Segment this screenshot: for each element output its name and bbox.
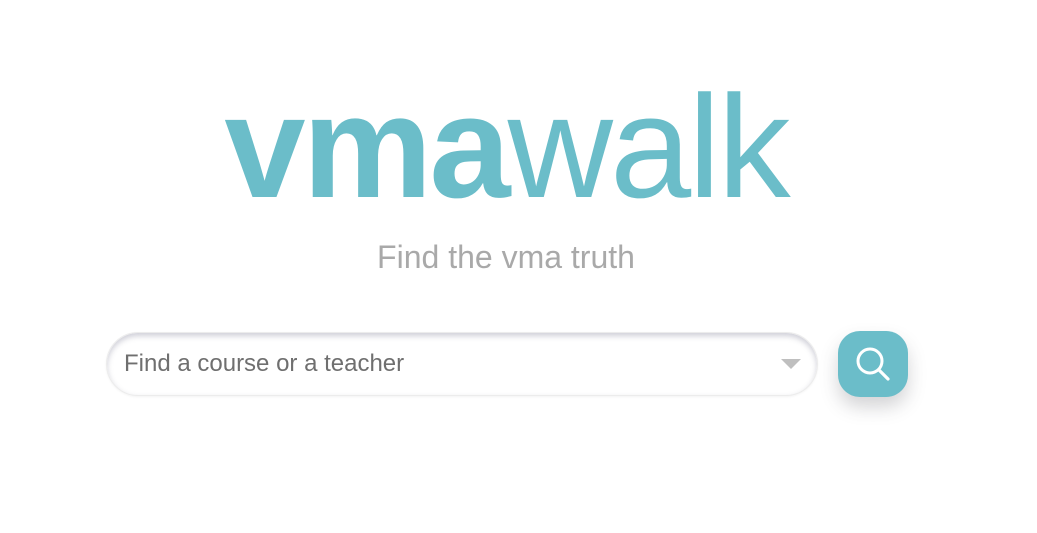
tagline: Find the vma truth bbox=[377, 239, 635, 275]
search-icon bbox=[853, 344, 893, 384]
search-box[interactable] bbox=[106, 332, 818, 396]
caret-down-icon[interactable] bbox=[781, 359, 801, 369]
logo-bold-part: vma bbox=[224, 65, 510, 228]
search-input[interactable] bbox=[107, 333, 781, 395]
site-logo: vmawalk bbox=[0, 74, 1012, 220]
search-button[interactable] bbox=[838, 331, 908, 397]
logo-regular-part: walk bbox=[507, 65, 791, 228]
landing-page: vmawalk Find the vma truth bbox=[0, 0, 1037, 533]
